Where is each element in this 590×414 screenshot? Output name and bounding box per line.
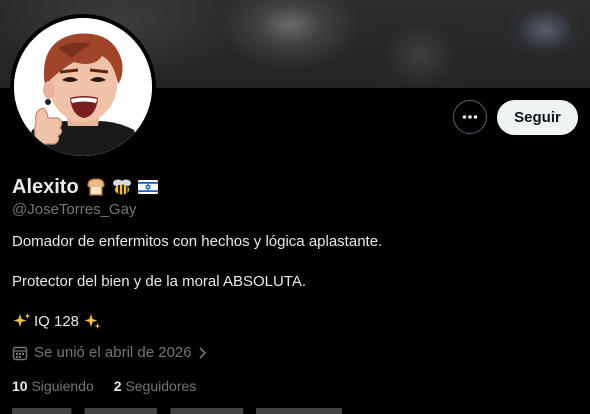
following-label: Siguiendo (31, 378, 94, 394)
sparkles-icon (13, 313, 31, 327)
display-name: Alexito (12, 175, 79, 198)
followers-label: Seguidores (125, 378, 197, 394)
chevron-right-icon (199, 346, 206, 359)
follow-stats: 10 Siguiendo 2 Seguidores (12, 378, 196, 394)
user-handle: @JoseTorres_Gay (12, 201, 137, 218)
cutoff-text-line (12, 408, 342, 414)
follow-button[interactable]: Seguir (497, 100, 578, 135)
following-count: 10 (12, 378, 28, 394)
followers-count: 2 (113, 378, 122, 394)
avatar-border (10, 14, 156, 160)
more-options-button[interactable] (453, 100, 487, 134)
bio-line-1: Domador de enfermitos con hechos y lógic… (12, 233, 383, 250)
avatar[interactable] (14, 18, 152, 156)
bio-line-3: IQ 128 (12, 312, 101, 330)
bio-line-2: Protector del bien y de la moral ABSOLUT… (12, 273, 307, 290)
sparkles-icon (84, 314, 101, 329)
name-row: Alexito (12, 175, 159, 199)
following-link[interactable]: 10 Siguiendo (12, 378, 94, 394)
more-horizontal-icon (462, 115, 478, 119)
joined-text: Se unió el abril de 2026 (34, 344, 192, 361)
joined-date[interactable]: Se unió el abril de 2026 (12, 344, 208, 361)
calendar-icon (12, 346, 28, 360)
bee-emoji (112, 179, 131, 195)
bread-emoji (87, 178, 105, 196)
followers-link[interactable]: 2 Seguidores (114, 378, 197, 394)
avatar-illustration (14, 18, 152, 156)
israel-flag-emoji (137, 180, 158, 194)
iq-text: IQ 128 (34, 312, 80, 330)
